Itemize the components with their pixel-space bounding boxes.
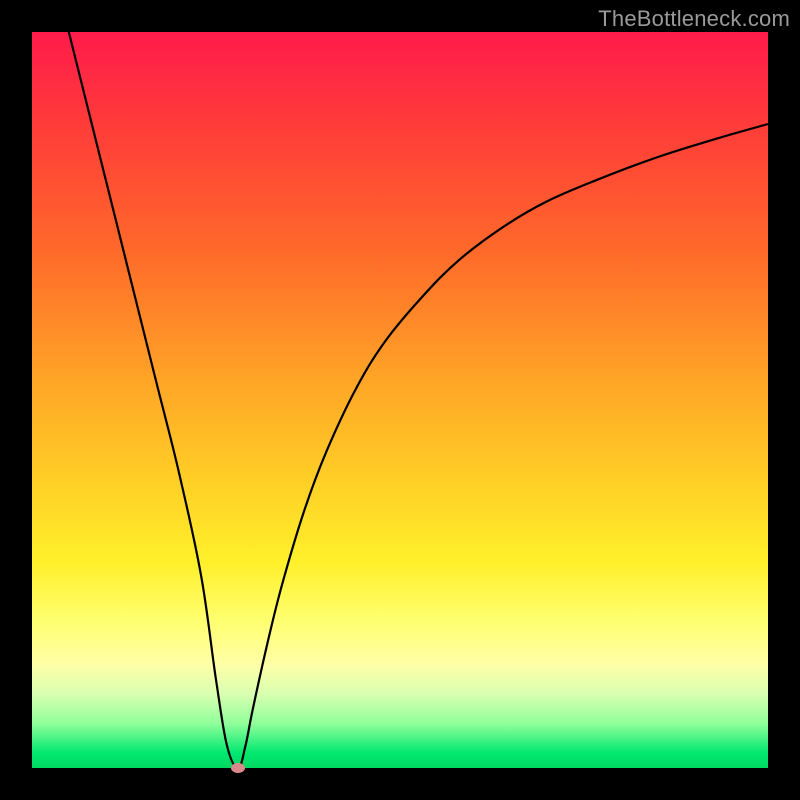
watermark-text: TheBottleneck.com [598, 6, 790, 32]
chart-frame: TheBottleneck.com [0, 0, 800, 800]
plot-area [32, 32, 768, 768]
min-point-marker [231, 763, 245, 773]
bottleneck-curve [32, 32, 768, 768]
curve-path [69, 32, 768, 768]
